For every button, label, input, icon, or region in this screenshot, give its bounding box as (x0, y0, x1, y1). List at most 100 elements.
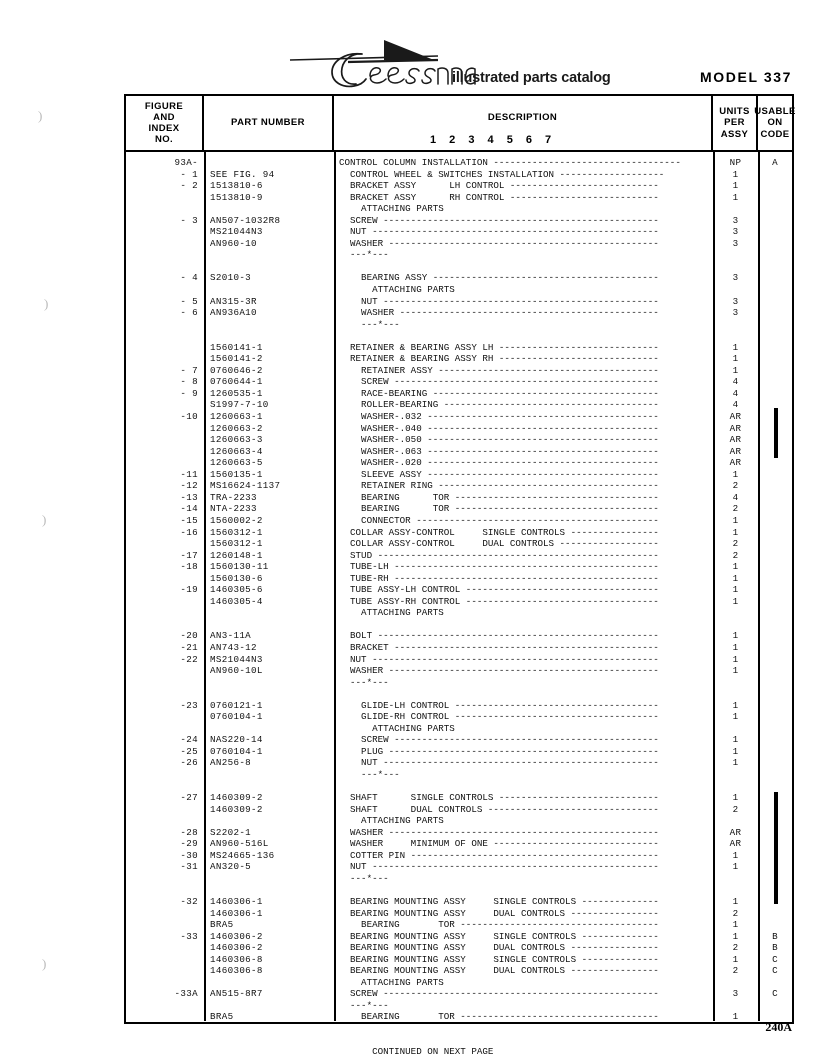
cell-description: WASHER-.050 ----------------------------… (339, 434, 659, 446)
table-row: -26 AN256-8 NUT -------------------------… (126, 757, 792, 769)
cell-units-per-assy: 1 (732, 861, 739, 873)
column-header-usable-on-code: USABLE ON CODE (754, 106, 796, 140)
table-row: ATTACHING PARTS (126, 815, 792, 827)
cell-description: BEARING MOUNTING ASSY SINGLE CONTROLS --… (339, 953, 659, 965)
cell-part-number: AN960-10L (210, 665, 263, 677)
column-header-units-per-assy: UNITS PER ASSY (713, 96, 758, 150)
table-row: - 5 AN315-3R NUT ------------------------… (126, 296, 792, 308)
cell-part-number: BRA5 (210, 919, 234, 931)
cell-units-per-assy: 4 (732, 387, 739, 399)
cell-units-per-assy: 3 (732, 226, 739, 238)
cell-units-per-assy: 2 (732, 942, 739, 954)
cell-description: NUT ------------------------------------… (339, 295, 659, 307)
cell-description: NUT ------------------------------------… (339, 653, 659, 665)
cell-part-number: 0760104-1 (210, 745, 263, 757)
cell-units-per-assy: 3 (732, 307, 739, 319)
cell-figure-index: -13 (180, 491, 198, 503)
table-row: -33A AN515-8R7 SCREW --------------------… (126, 988, 792, 1000)
cell-description: ---*--- (339, 249, 389, 261)
cell-description: COLLAR ASSY-CONTROL SINGLE CONTROLS ----… (339, 526, 659, 538)
cell-figure-index: -30 (180, 849, 198, 861)
cell-units-per-assy: 1 (732, 1011, 739, 1023)
cell-part-number: AN3-11A (210, 630, 252, 642)
cell-units-per-assy: 3 (732, 214, 739, 226)
table-row: -27 1460309-2 SHAFT SINGLE CONTROLS -----… (126, 792, 792, 804)
cell-units-per-assy: 1 (732, 641, 739, 653)
cell-usable-on-code: C (772, 988, 778, 1000)
cell-description: CONTROL WHEEL & SWITCHES INSTALLATION --… (339, 168, 665, 180)
cell-figure-index: -15 (180, 514, 198, 526)
table-row: ---*--- (126, 769, 792, 781)
cell-figure-index: -33A (174, 988, 198, 1000)
cell-part-number: 0760121-1 (210, 699, 263, 711)
cell-part-number: 1260663-4 (210, 445, 263, 457)
cell-part-number: MS16624-1137 (210, 480, 281, 492)
column-header-part-number: PART NUMBER (204, 96, 334, 150)
cell-description: WASHER ---------------------------------… (339, 237, 659, 249)
cell-figure-index: - 1 (180, 168, 198, 180)
table-row (126, 884, 792, 896)
cell-usable-on-code: A (772, 157, 778, 168)
column-header-figure-index: FIGURE AND INDEX NO. (126, 96, 204, 150)
cell-part-number: TRA-2233 (210, 491, 257, 503)
cell-description: RACE-BEARING ---------------------------… (339, 387, 659, 399)
cell-units-per-assy: 1 (732, 468, 739, 480)
cell-figure-index: - 8 (180, 376, 198, 388)
table-row: 1513810-9 BRACKET ASSY RH CONTROL ------… (126, 192, 792, 204)
cell-part-number: 1560130-6 (210, 572, 263, 584)
table-row: ---*--- (126, 873, 792, 885)
table-row: - 2 1513810-6 BRACKET ASSY LH CONTROL ---… (126, 180, 792, 192)
cell-description: GLIDE-LH CONTROL -----------------------… (339, 699, 659, 711)
cell-figure-index: - 3 (180, 214, 198, 226)
table-row: -10 1260663-1 WASHER-.032 ---------------… (126, 411, 792, 423)
cell-part-number: AN515-8R7 (210, 988, 263, 1000)
cell-part-number: AN743-12 (210, 641, 257, 653)
cell-description: BEARING MOUNTING ASSY SINGLE CONTROLS --… (339, 896, 659, 907)
table-row: -21 AN743-12 BRACKET --------------------… (126, 642, 792, 654)
table-row: 1260663-3 WASHER-.050 ------------------… (126, 434, 792, 446)
cell-figure-index: - 9 (180, 387, 198, 399)
cell-part-number: S1997-7-10 (210, 399, 269, 411)
table-row: - 9 1260535-1 RACE-BEARING --------------… (126, 388, 792, 400)
table-row: 1260663-2 WASHER-.040 ------------------… (126, 423, 792, 435)
cell-figure-index: -18 (180, 561, 198, 573)
table-row: -13 TRA-2233 BEARING TOR ----------------… (126, 492, 792, 504)
table-row: ATTACHING PARTS (126, 284, 792, 296)
table-body: 93A- CONTROL COLUMN INSTALLATION --------… (126, 152, 792, 1057)
table-row: - 1 SEE FIG. 94 CONTROL WHEEL & SWITCHES … (126, 169, 792, 181)
table-row: -30 MS24665-136 COTTER PIN --------------… (126, 850, 792, 862)
cell-part-number: S2202-1 (210, 826, 252, 838)
cell-description: WASHER-.063 ----------------------------… (339, 445, 659, 457)
cell-part-number: 1460306-8 (210, 965, 263, 977)
table-row: -14 NTA-2233 BEARING TOR ----------------… (126, 503, 792, 515)
table-row (126, 688, 792, 700)
cell-units-per-assy: 2 (732, 965, 739, 977)
cell-part-number: AN315-3R (210, 295, 257, 307)
cell-units-per-assy: 4 (732, 491, 739, 503)
cell-description: WASHER MINIMUM OF ONE ------------------… (339, 838, 659, 850)
cell-part-number: MS21044N3 (210, 653, 263, 665)
scan-artifact: ) (42, 956, 47, 971)
cell-description: RETAINER ASSY --------------------------… (339, 364, 659, 376)
table-row: 1460309-2 SHAFT DUAL CONTROLS ----------… (126, 804, 792, 816)
cell-units-per-assy: 1 (732, 745, 739, 757)
cell-units-per-assy: 3 (732, 272, 739, 284)
cell-figure-index: -21 (180, 641, 198, 653)
cell-description: CONNECTOR ------------------------------… (339, 514, 659, 526)
cell-figure-index: -22 (180, 653, 198, 665)
cell-description: SLEEVE ASSY ----------------------------… (339, 468, 659, 480)
cell-units-per-assy: AR (729, 422, 742, 434)
cell-usable-on-code: B (772, 942, 778, 954)
cell-units-per-assy: 1 (732, 665, 739, 677)
cell-description: WASHER-.020 ----------------------------… (339, 457, 659, 469)
cell-description: STUD -----------------------------------… (339, 549, 659, 561)
cell-description: BOLT -----------------------------------… (339, 630, 659, 642)
table-row: -22 MS21044N3 NUT -----------------------… (126, 654, 792, 666)
cell-units-per-assy: 1 (732, 896, 739, 907)
cell-description: ---*--- (339, 318, 400, 330)
cell-figure-index: -24 (180, 734, 198, 746)
cell-part-number: 1513810-9 (210, 191, 263, 203)
table-row: MS21044N3 NUT --------------------------… (126, 226, 792, 238)
cell-description: ATTACHING PARTS (339, 203, 444, 215)
cell-units-per-assy: 1 (732, 341, 739, 353)
